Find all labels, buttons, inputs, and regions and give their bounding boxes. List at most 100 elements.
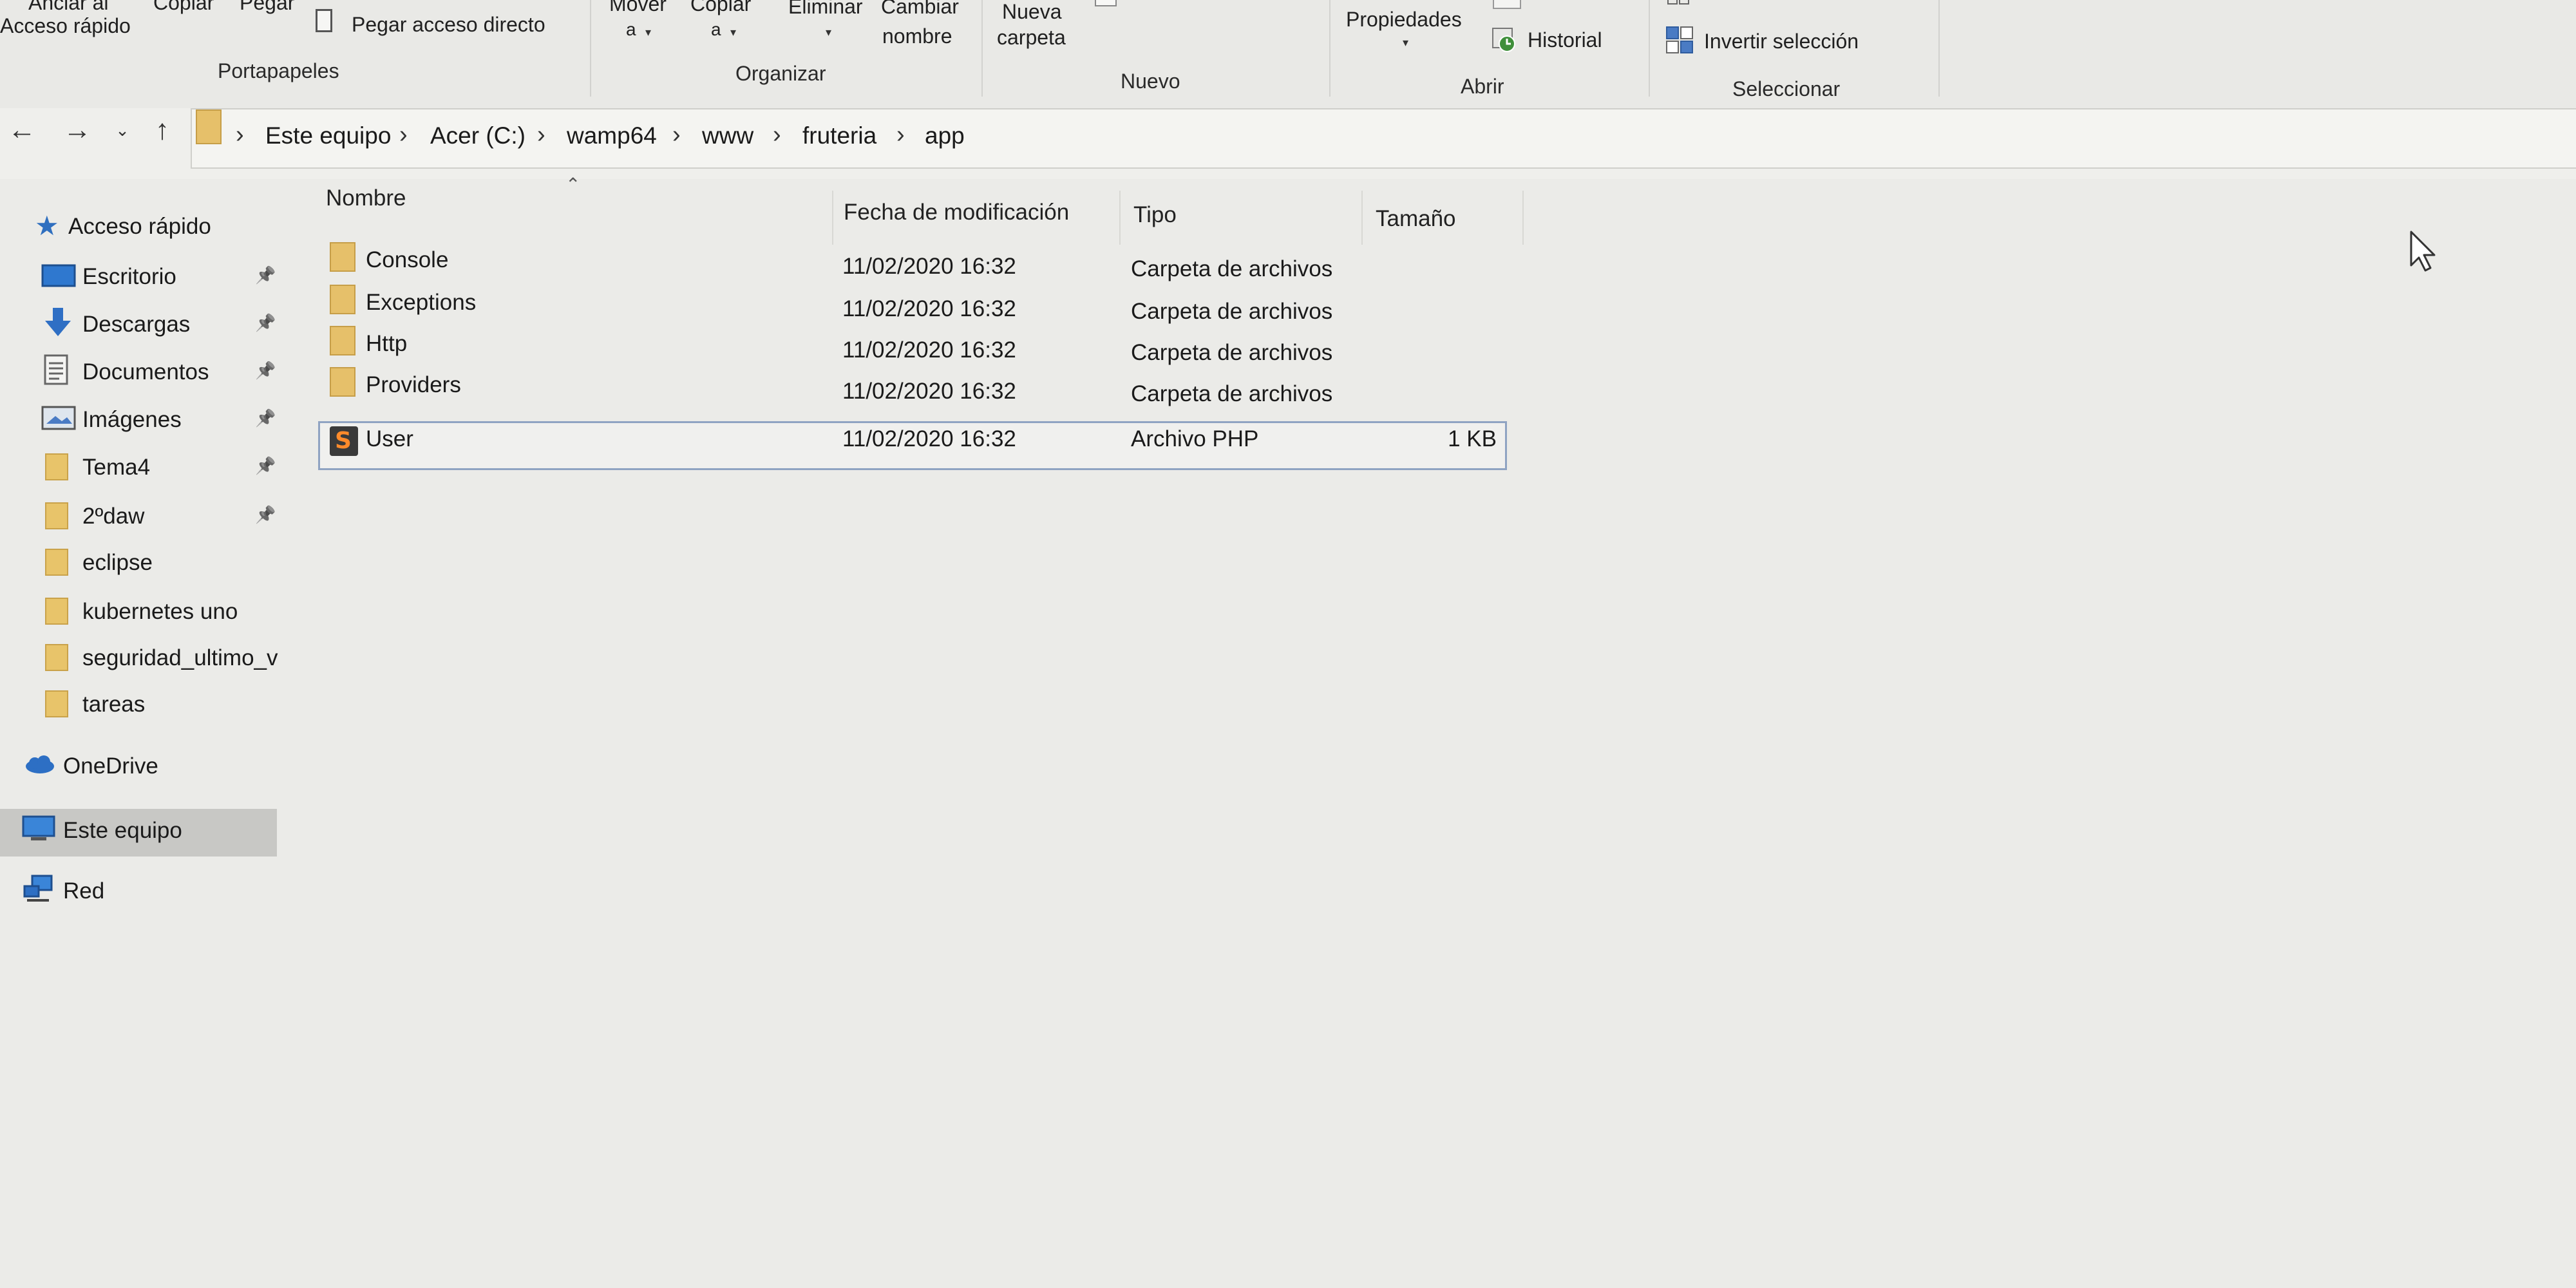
folder-icon — [45, 690, 68, 717]
column-divider[interactable] — [832, 191, 833, 245]
sidebar-item-seguridad-ultimo-v[interactable]: seguridad_ultimo_v — [0, 638, 278, 683]
breadcrumb-www[interactable]: www — [702, 122, 753, 149]
copy-to-dropdown-icon[interactable]: ▾ — [730, 26, 736, 39]
column-divider[interactable] — [1119, 191, 1121, 245]
ribbon-separator — [590, 0, 591, 97]
breadcrumb-fruteria[interactable]: fruteria — [802, 122, 876, 149]
breadcrumb-drive-c[interactable]: Acer (C:) — [430, 122, 526, 149]
column-header-name[interactable]: Nombre — [326, 185, 406, 211]
invert-selection-button[interactable]: Invertir selección — [1704, 30, 1859, 53]
download-icon — [44, 307, 72, 342]
ribbon-separator — [1938, 0, 1940, 97]
folder-icon — [45, 453, 68, 480]
breadcrumb-wamp64[interactable]: wamp64 — [567, 122, 657, 149]
pin-icon[interactable]: 📌 — [255, 408, 276, 428]
breadcrumb-chevron-icon[interactable]: › — [896, 121, 905, 149]
file-type: Carpeta de archivos — [1131, 256, 1333, 281]
file-row[interactable]: Exceptions 11/02/2020 16:32 Carpeta de arc… — [318, 283, 1507, 325]
address-bar[interactable] — [191, 108, 2576, 169]
group-label-open: Abrir — [1461, 75, 1504, 98]
pin-icon[interactable]: 📌 — [255, 265, 276, 285]
breadcrumb-this-pc[interactable]: Este equipo — [265, 122, 391, 149]
invert-selection-icon[interactable] — [1665, 26, 1695, 55]
edit-icon[interactable] — [1493, 0, 1521, 9]
sidebar-item-escritorio[interactable]: Escritorio 📌 — [0, 256, 277, 301]
breadcrumb-chevron-icon[interactable]: › — [399, 121, 408, 149]
sidebar-item-tema4[interactable]: Tema4 📌 — [0, 447, 277, 492]
pin-icon[interactable]: 📌 — [255, 313, 276, 333]
file-row[interactable]: Providers 11/02/2020 16:32 Carpeta de arch… — [318, 366, 1507, 407]
mouse-pointer-icon — [2409, 231, 2437, 275]
move-to-button[interactable]: Mover — [609, 0, 667, 16]
properties-dropdown-icon[interactable]: ▾ — [1403, 36, 1408, 50]
delete-button[interactable]: Eliminar — [788, 0, 863, 19]
paste-shortcut-button[interactable]: Pegar acceso directo — [352, 13, 545, 37]
pin-quick-access-label-2[interactable]: Acceso rápido — [0, 14, 131, 38]
copy-button[interactable]: Copiar — [153, 0, 214, 15]
file-row[interactable]: Console 11/02/2020 16:32 Carpeta de archiv… — [318, 241, 1507, 282]
move-to-dropdown-icon[interactable]: ▾ — [645, 26, 651, 39]
column-header-modified[interactable]: Fecha de modificación — [844, 200, 1069, 225]
sidebar-onedrive[interactable]: OneDrive — [63, 753, 158, 779]
recent-locations-chevron-icon[interactable]: ⌄ — [103, 111, 142, 149]
new-item-icon[interactable] — [1095, 0, 1117, 6]
file-row[interactable]: Http 11/02/2020 16:32 Carpeta de archivos — [318, 325, 1507, 366]
ribbon-separator — [981, 0, 983, 97]
ribbon-separator — [1329, 0, 1331, 97]
file-name: Http — [366, 331, 408, 356]
sidebar-item-documentos[interactable]: Documentos 📌 — [0, 352, 277, 397]
paste-button[interactable]: Pegar — [240, 0, 294, 15]
sidebar-item-label: eclipse — [82, 550, 153, 575]
pin-icon[interactable]: 📌 — [255, 456, 276, 476]
sidebar-item-2-daw[interactable]: 2ºdaw 📌 — [0, 496, 277, 541]
column-header-size[interactable]: Tamaño — [1376, 206, 1456, 232]
up-arrow-icon[interactable]: ↑ — [143, 111, 182, 149]
sidebar-item-label: Escritorio — [82, 264, 176, 289]
history-icon[interactable] — [1492, 27, 1517, 53]
sidebar-item-label: kubernetes uno — [82, 599, 238, 624]
sidebar-item-kubernetes-uno[interactable]: kubernetes uno — [0, 591, 277, 636]
file-type: Carpeta de archivos — [1131, 381, 1333, 406]
rename-button[interactable]: Cambiar — [881, 0, 959, 19]
column-divider[interactable] — [1522, 191, 1524, 245]
cloud-icon — [23, 755, 54, 773]
copy-to-button[interactable]: Copiar — [690, 0, 751, 16]
sidebar-item-descargas[interactable]: Descargas 📌 — [0, 304, 277, 349]
breadcrumb-chevron-icon[interactable]: › — [773, 121, 781, 149]
column-divider[interactable] — [1361, 191, 1363, 245]
sidebar-item-label: Imágenes — [82, 407, 182, 432]
computer-icon — [22, 815, 55, 842]
properties-button[interactable]: Propiedades — [1346, 8, 1462, 32]
file-name: Exceptions — [366, 290, 477, 315]
delete-dropdown-icon[interactable]: ▾ — [826, 26, 831, 39]
file-type: Carpeta de archivos — [1131, 299, 1333, 324]
select-none-icon[interactable] — [1667, 0, 1691, 6]
sidebar-this-pc[interactable]: Este equipo — [63, 818, 182, 844]
sidebar-item-tareas[interactable]: tareas — [0, 684, 277, 729]
forward-arrow-icon[interactable]: → — [58, 111, 97, 149]
sidebar-item-eclipse[interactable]: eclipse — [0, 542, 277, 587]
desktop-icon — [41, 264, 76, 290]
history-button[interactable]: Historial — [1528, 28, 1602, 52]
sidebar-network[interactable]: Red — [63, 878, 104, 904]
breadcrumb-chevron-icon[interactable]: › — [672, 121, 681, 149]
pin-quick-access-label[interactable]: Anclar al — [28, 0, 109, 15]
group-label-select: Seleccionar — [1732, 77, 1841, 100]
breadcrumb-app[interactable]: app — [925, 122, 965, 149]
new-folder-button[interactable]: Nueva — [1002, 0, 1062, 24]
file-type: Archivo PHP — [1131, 426, 1259, 451]
folder-icon — [45, 502, 68, 529]
folder-icon — [45, 598, 68, 625]
breadcrumb-chevron-icon[interactable]: › — [236, 121, 244, 149]
sidebar-item-im-genes[interactable]: Imágenes 📌 — [0, 399, 277, 444]
breadcrumb-chevron-icon[interactable]: › — [537, 121, 545, 149]
pin-icon[interactable]: 📌 — [255, 361, 276, 381]
folder-icon — [196, 109, 222, 144]
file-row[interactable]: User 11/02/2020 16:32 Archivo PHP 1 KB — [318, 425, 1507, 466]
file-name: User — [366, 426, 413, 451]
back-arrow-icon[interactable]: ← — [3, 111, 41, 149]
sidebar-quick-access[interactable]: Acceso rápido — [68, 214, 211, 240]
pin-icon[interactable]: 📌 — [255, 505, 276, 525]
column-header-type[interactable]: Tipo — [1133, 202, 1177, 228]
sidebar-item-label: 2ºdaw — [82, 504, 145, 529]
